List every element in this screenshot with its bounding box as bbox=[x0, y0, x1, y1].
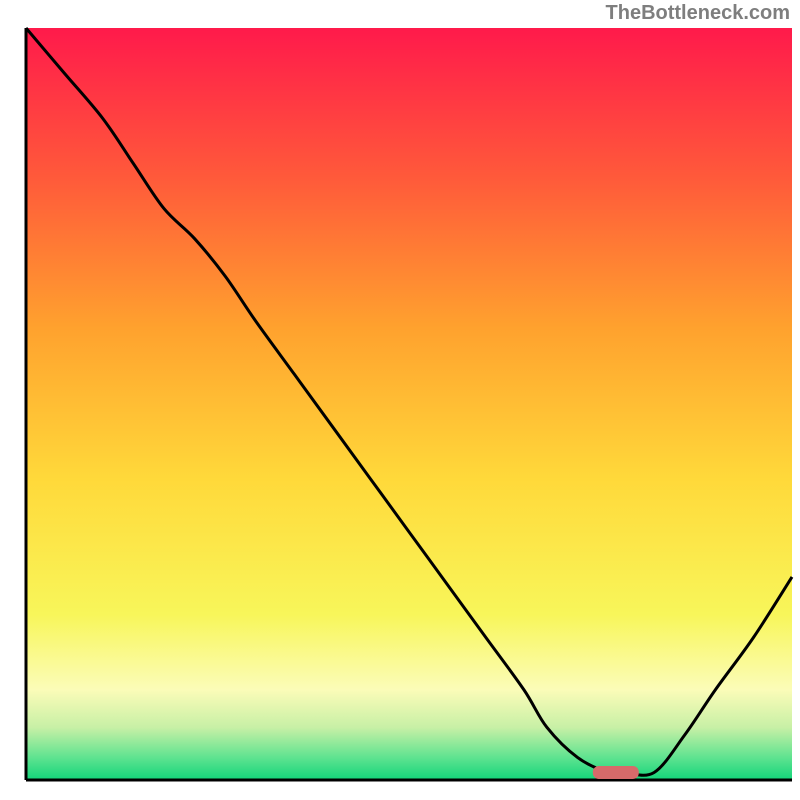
plot-background bbox=[26, 28, 792, 780]
chart-container: TheBottleneck.com bbox=[0, 0, 800, 800]
watermark-text: TheBottleneck.com bbox=[606, 2, 790, 25]
optimal-marker bbox=[593, 766, 639, 779]
bottleneck-chart bbox=[0, 0, 800, 800]
